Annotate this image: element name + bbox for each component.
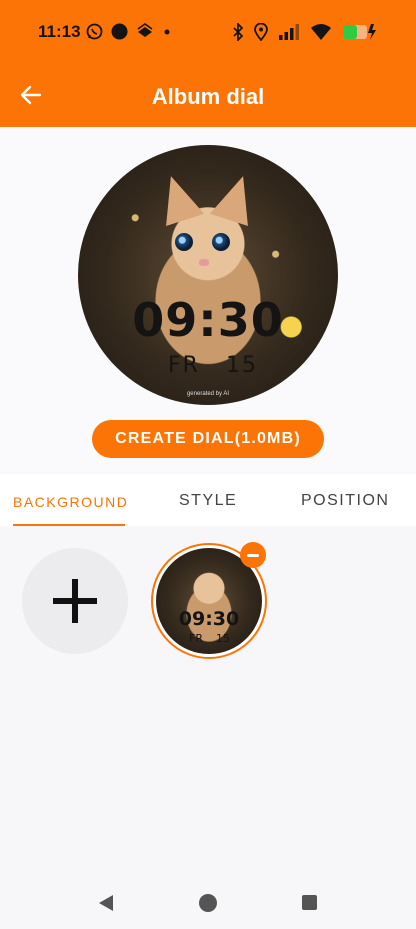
kitten-nose — [199, 259, 209, 266]
app-header: 11:13 Album dial — [0, 0, 416, 127]
nav-home-icon[interactable] — [199, 894, 217, 912]
dial-date: 15 — [226, 353, 258, 378]
signal-icon — [279, 24, 299, 40]
minus-icon — [247, 553, 259, 557]
kitten-eye-right — [212, 233, 230, 251]
whatsapp-icon — [86, 23, 103, 40]
bluetooth-icon — [233, 23, 244, 41]
nav-recents-icon[interactable] — [302, 895, 317, 910]
circle-icon — [111, 23, 128, 40]
app-bar: Album dial — [0, 66, 416, 127]
kitten-ear-right — [209, 169, 263, 227]
status-time: 11:13 — [38, 22, 81, 41]
kitten-ear-left — [151, 169, 205, 227]
dial-time: 09:30 — [132, 293, 284, 347]
system-nav-bar — [0, 870, 416, 929]
tab-position[interactable]: POSITION — [301, 492, 389, 510]
nav-back-icon[interactable] — [97, 894, 115, 912]
location-icon — [254, 23, 268, 41]
tab-background[interactable]: BACKGROUND — [13, 494, 128, 510]
status-right-icons — [232, 23, 378, 41]
add-background-button[interactable] — [22, 548, 128, 654]
dial-day: FR — [168, 353, 200, 378]
kitten-eye-left — [175, 233, 193, 251]
stack-icon — [137, 23, 153, 37]
wifi-icon — [311, 24, 331, 40]
remove-background-button[interactable] — [240, 542, 266, 568]
dot-icon — [164, 29, 170, 35]
tab-style[interactable]: STYLE — [179, 492, 237, 510]
page-title: Album dial — [151, 84, 265, 109]
plus-icon — [53, 579, 97, 623]
thumb-date: 15 — [216, 632, 230, 645]
thumb-day: FR — [189, 632, 203, 645]
dial-credit: generated by AI — [186, 391, 230, 397]
status-bar: 11:13 — [0, 0, 416, 66]
status-left-icons — [86, 23, 172, 40]
dial-preview: 09:30 FR 15 generated by AI — [78, 145, 338, 405]
create-dial-button[interactable]: CREATE DIAL(1.0MB) — [92, 420, 324, 458]
tab-bar: BACKGROUND STYLE POSITION — [0, 474, 416, 526]
thumb-time: 09:30 — [178, 608, 240, 630]
battery-icon — [343, 24, 376, 40]
